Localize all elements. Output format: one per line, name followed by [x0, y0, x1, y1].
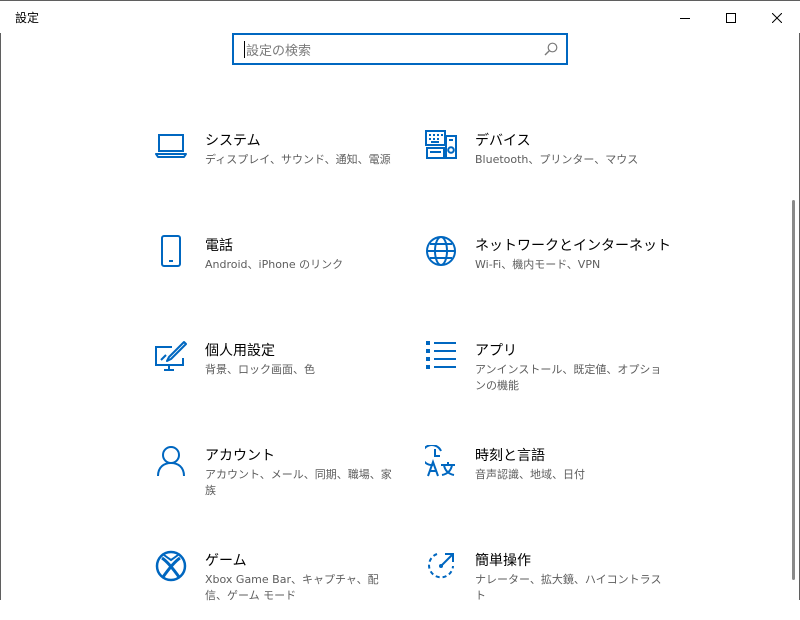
tile-accounts-name: アカウント [205, 448, 275, 464]
tile-network-name: ネットワークとインターネット [475, 238, 671, 254]
close-button[interactable] [754, 2, 800, 33]
tile-devices-name: デバイス [475, 133, 531, 149]
search-box[interactable]: 設定の検索 [232, 33, 568, 65]
text-caret [244, 41, 245, 58]
tile-personalization-desc: 背景、ロック画面、色 [205, 363, 315, 376]
tile-ease-of-access[interactable]: 簡単操作 ナレーター、拡大鏡、ハイコントラスト [425, 550, 675, 620]
tile-accounts-desc: アカウント、メール、同期、職場、家族 [205, 468, 392, 497]
maximize-icon [726, 12, 736, 23]
tile-network[interactable]: ネットワークとインターネット Wi-Fi、機内モード、VPN [425, 235, 675, 305]
tile-time-language[interactable]: 時刻と言語 音声認識、地域、日付 [425, 445, 675, 515]
account-icon [157, 446, 185, 477]
tile-ease-of-access-name: 簡単操作 [475, 553, 531, 569]
tile-phone-desc: Android、iPhone のリンク [205, 258, 344, 271]
laptop-icon [155, 134, 187, 158]
tile-personalization[interactable]: 個人用設定 背景、ロック画面、色 [155, 340, 405, 410]
tile-gaming-name: ゲーム [205, 553, 247, 569]
personalization-icon [155, 341, 187, 371]
tile-network-desc: Wi-Fi、機内モード、VPN [475, 258, 601, 271]
tile-ease-of-access-desc: ナレーター、拡大鏡、ハイコントラスト [475, 573, 662, 602]
apps-list-icon [426, 341, 456, 369]
globe-icon [426, 236, 456, 266]
tile-apps-desc: アンインストール、既定値、オプションの機能 [475, 363, 662, 392]
ease-of-access-icon [428, 553, 454, 579]
tile-time-language-name: 時刻と言語 [475, 448, 545, 464]
tile-system-name: システム [205, 133, 261, 149]
tile-personalization-name: 個人用設定 [205, 343, 275, 359]
phone-icon [161, 235, 181, 267]
window-border-left [0, 0, 1, 600]
scrollbar[interactable] [792, 200, 795, 580]
minimize-icon [680, 17, 690, 19]
tile-accounts[interactable]: アカウント アカウント、メール、同期、職場、家族 [155, 445, 405, 515]
title-bar[interactable]: 設定 [0, 0, 800, 33]
close-icon [772, 12, 782, 23]
keyboard-icon [425, 130, 457, 159]
minimize-button[interactable] [662, 2, 708, 33]
tile-devices-desc: Bluetooth、プリンター、マウス [475, 153, 639, 166]
xbox-icon [155, 550, 187, 582]
tile-apps-name: アプリ [475, 343, 517, 359]
tile-devices[interactable]: デバイス Bluetooth、プリンター、マウス [425, 130, 675, 200]
tile-system-desc: ディスプレイ、サウンド、通知、電源 [205, 153, 391, 166]
tile-gaming[interactable]: ゲーム Xbox Game Bar、キャプチャ、配信、ゲーム モード [155, 550, 405, 620]
tile-gaming-desc: Xbox Game Bar、キャプチャ、配信、ゲーム モード [205, 573, 379, 602]
tile-apps[interactable]: アプリ アンインストール、既定値、オプションの機能 [425, 340, 675, 410]
search-icon[interactable] [544, 42, 558, 56]
tile-phone-name: 電話 [205, 238, 233, 254]
time-language-icon [425, 445, 455, 477]
tile-system[interactable]: システム ディスプレイ、サウンド、通知、電源 [155, 130, 405, 200]
maximize-button[interactable] [708, 2, 754, 33]
window-title: 設定 [15, 11, 40, 25]
tile-time-language-desc: 音声認識、地域、日付 [475, 468, 585, 481]
search-placeholder: 設定の検索 [246, 44, 312, 59]
tile-phone[interactable]: 電話 Android、iPhone のリンク [155, 235, 405, 305]
